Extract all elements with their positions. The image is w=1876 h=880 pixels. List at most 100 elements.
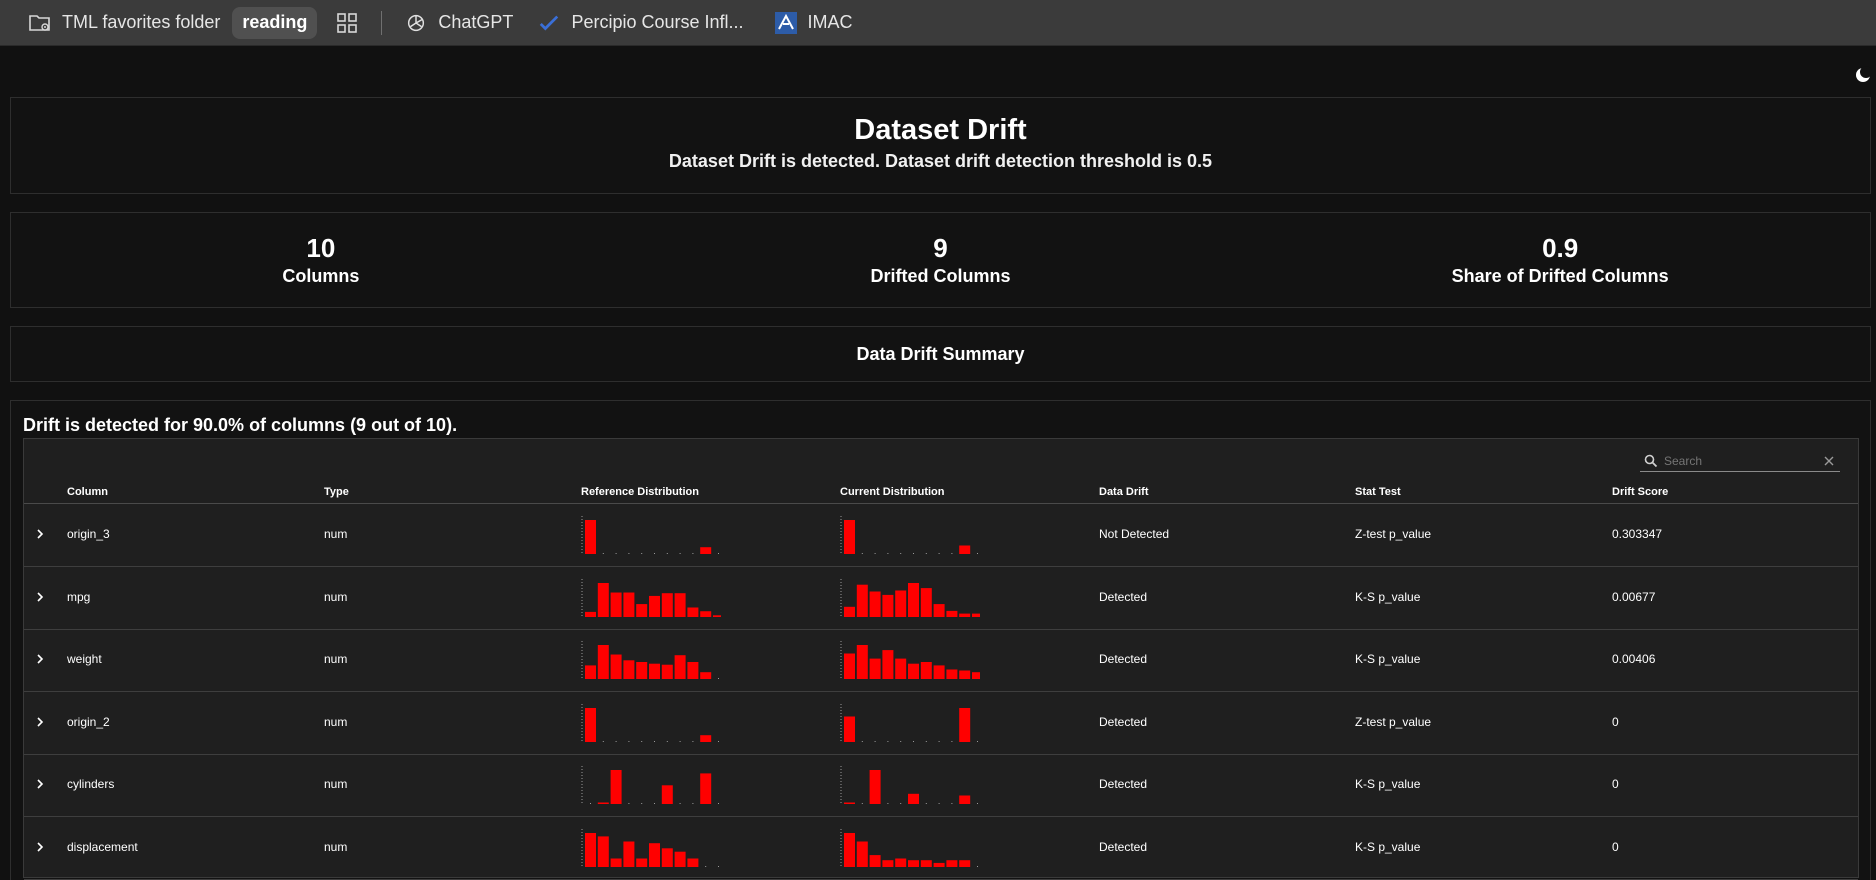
histogram-bar: [610, 858, 622, 867]
header-type[interactable]: Type: [324, 486, 349, 498]
histogram-bar: [882, 859, 894, 867]
histogram-bar: [597, 645, 609, 679]
table-header: Column Type Reference Distribution Curre…: [24, 481, 1858, 504]
table-row[interactable]: mpg num Detected K-S p_value 0.00677: [24, 567, 1858, 630]
histogram-bar: [959, 545, 971, 554]
histogram-bar: [649, 842, 660, 867]
histogram-bar: [869, 770, 881, 804]
chevron-right-icon[interactable]: [33, 651, 47, 667]
histogram-bar: [597, 835, 609, 867]
table-row[interactable]: origin_2 num Detected Z-test p_value 0: [24, 692, 1858, 755]
table-row[interactable]: origin_3 num Not Detected Z-test p_value 0.3…: [24, 504, 1858, 567]
current-distribution-chart: [840, 639, 980, 681]
drift-table-panel: Drift is detected for 90.0% of columns (…: [10, 400, 1871, 880]
histogram-svg: [581, 641, 719, 679]
histogram-bar: [597, 582, 609, 617]
counter-label: Drifted Columns: [870, 266, 1011, 286]
histogram-bar: [610, 770, 622, 804]
histogram-tick: [654, 803, 655, 804]
cell-data-drift: Detected: [1099, 714, 1148, 729]
header-drift-score[interactable]: Drift Score: [1612, 486, 1668, 498]
histogram-tick: [718, 865, 719, 867]
table-row[interactable]: weight num Detected K-S p_value 0.00406: [24, 629, 1858, 692]
current-distribution-chart: [840, 514, 980, 556]
histogram-svg: [581, 516, 719, 554]
histogram-tick: [692, 740, 694, 742]
histogram-tick: [951, 553, 953, 554]
current-distribution-chart: [840, 702, 980, 744]
histogram-bar: [661, 592, 673, 617]
table-row[interactable]: cylinders num Detected K-S p_value 0: [24, 754, 1858, 817]
histogram-bar: [959, 795, 971, 804]
cell-drift-score: 0: [1612, 839, 1619, 854]
histogram-tick: [887, 803, 889, 804]
histogram-bar: [882, 594, 894, 617]
bookmark-label: ChatGPT: [438, 12, 514, 32]
cell-type: num: [324, 589, 348, 604]
close-icon[interactable]: [1822, 454, 1836, 468]
chevron-right-icon[interactable]: [33, 589, 47, 605]
counter-value: 0.9: [1542, 233, 1579, 263]
bookmark-percipio[interactable]: Percipio Course Infl...: [529, 7, 751, 39]
histogram-tick: [861, 740, 863, 742]
histogram-bar: [920, 587, 932, 617]
histogram-bar: [623, 841, 635, 867]
bookmark-imac[interactable]: IMAC: [766, 7, 861, 39]
reference-distribution-chart: [581, 827, 721, 869]
header-reference-distribution: Reference Distribution: [581, 486, 699, 498]
reference-distribution-chart: [581, 702, 721, 744]
histogram-bar: [959, 707, 971, 742]
bookmarks-separator: [381, 10, 383, 35]
chevron-right-icon[interactable]: [33, 714, 47, 730]
histogram-tick: [938, 740, 940, 742]
histogram-bar: [856, 841, 868, 867]
cell-drift-score: 0.303347: [1612, 527, 1663, 541]
histogram-tick: [590, 803, 591, 804]
header-column[interactable]: Column: [67, 486, 108, 498]
histogram-bar: [869, 591, 881, 617]
cell-column: cylinders: [67, 777, 115, 791]
histogram-tick: [641, 803, 643, 804]
counter-share-drifted: 0.9 Share of Drifted Columns: [1250, 213, 1870, 307]
histogram-tick: [692, 553, 694, 554]
cell-data-drift: Not Detected: [1099, 527, 1170, 541]
counter-value: 10: [306, 233, 336, 263]
chevron-right-icon[interactable]: [33, 776, 47, 792]
dataset-drift-panel: Dataset Drift Dataset Drift is detected.…: [10, 97, 1871, 194]
histogram-bar: [869, 854, 881, 867]
chevron-right-icon[interactable]: [33, 526, 47, 542]
histogram-bar: [623, 592, 635, 617]
bookmark-tml-favorites-folder[interactable]: TML favorites folder: [20, 7, 228, 39]
header-stat-test[interactable]: Stat Test: [1355, 486, 1401, 498]
histogram-tick: [654, 553, 655, 554]
table-row[interactable]: displacement num Detected K-S p_value 0: [24, 817, 1858, 880]
current-distribution-chart: [840, 827, 980, 869]
header-data-drift[interactable]: Data Drift: [1099, 486, 1149, 498]
histogram-svg: [840, 578, 980, 617]
histogram-svg: [840, 703, 978, 742]
histogram-bar: [895, 858, 907, 867]
search-input[interactable]: [1664, 454, 1822, 468]
histogram-tick: [718, 740, 719, 742]
bookmark-reading[interactable]: reading: [232, 6, 318, 39]
histogram-bar: [933, 862, 945, 867]
histogram-bar: [856, 645, 868, 679]
histogram-tick: [977, 865, 978, 867]
histogram-tick: [925, 553, 927, 554]
counter-label: Columns: [282, 266, 360, 286]
bookmark-chatgpt[interactable]: ChatGPT: [396, 7, 521, 39]
chevron-right-icon[interactable]: [33, 839, 47, 855]
summary-panel: Data Drift Summary: [10, 326, 1871, 382]
moon-icon[interactable]: [1854, 66, 1872, 84]
bookmark-apps[interactable]: [327, 7, 367, 39]
histogram-bar: [844, 606, 855, 617]
histogram-bar: [908, 663, 919, 679]
bookmarks-bar: TML favorites folder reading ChatGPT Per…: [0, 0, 1876, 46]
cell-drift-score: 0.00406: [1612, 652, 1656, 666]
histogram-bar: [623, 660, 635, 679]
histogram-tick: [666, 740, 668, 742]
histogram-tick: [977, 553, 978, 554]
cell-type: num: [324, 652, 348, 666]
histogram-bar: [700, 734, 712, 742]
histogram-bar: [972, 672, 980, 679]
